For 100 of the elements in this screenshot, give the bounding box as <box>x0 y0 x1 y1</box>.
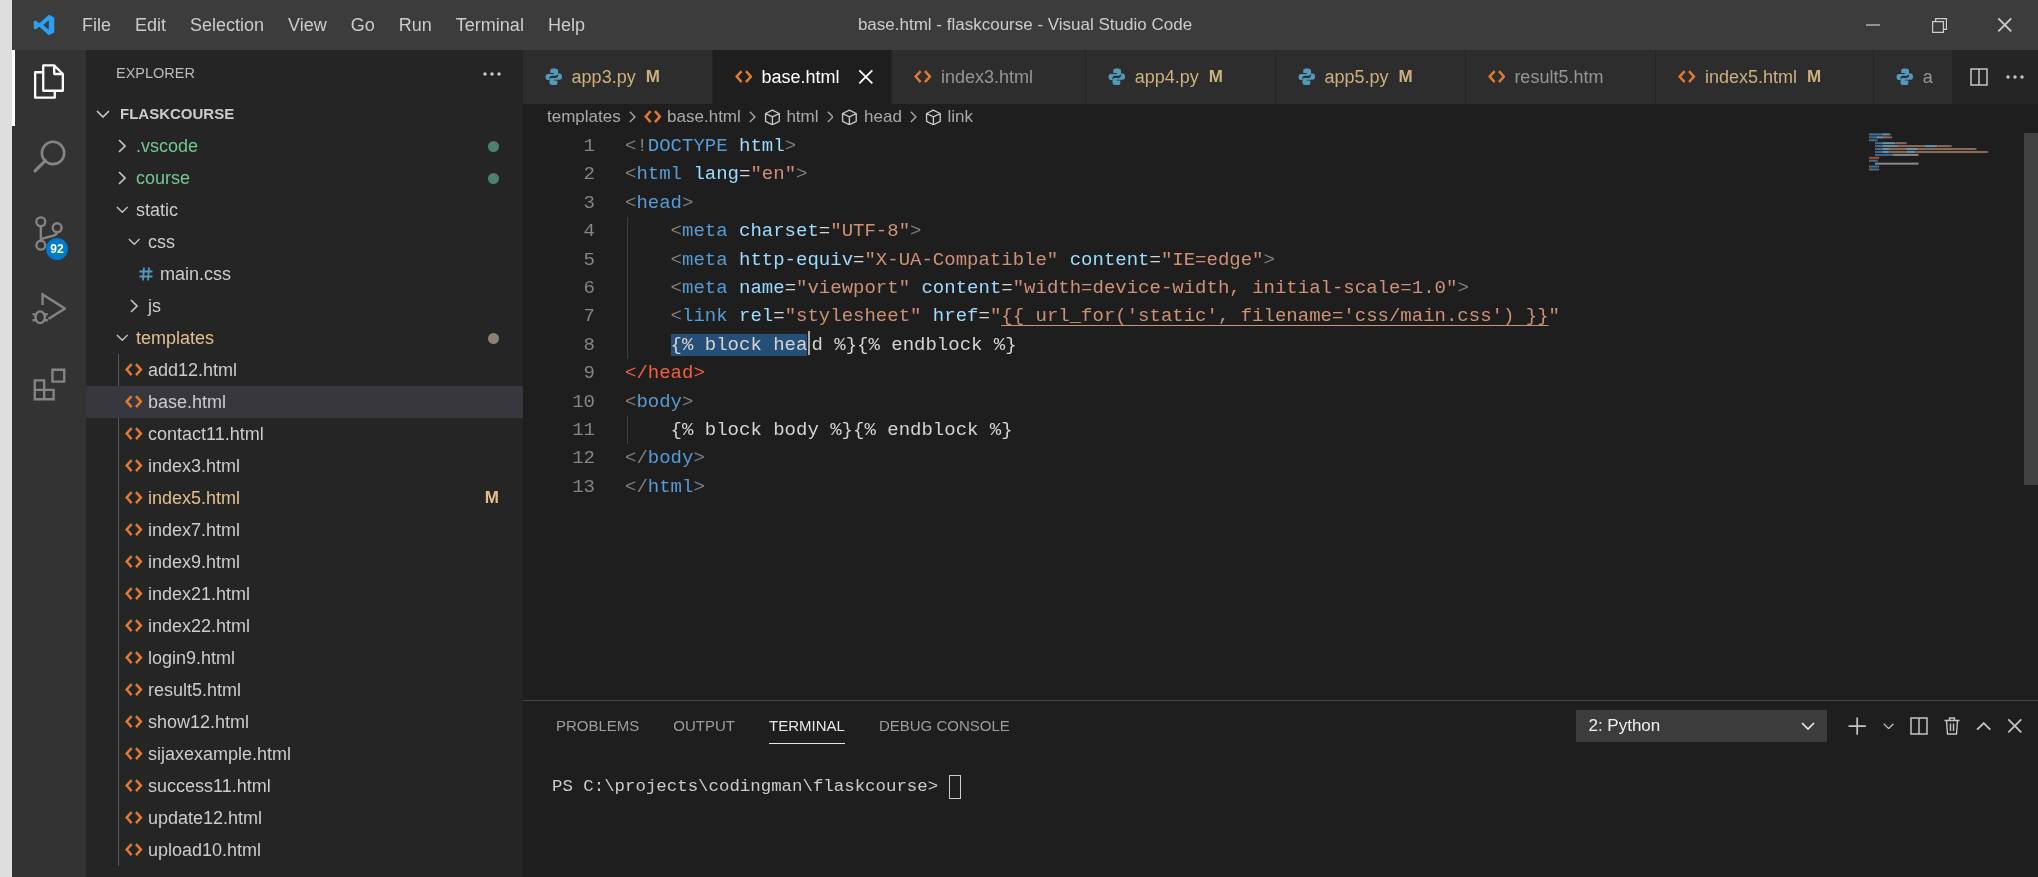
editor-tab[interactable]: result5.htm <box>1465 50 1657 104</box>
git-status-letter: M <box>1208 66 1223 89</box>
editor-tab[interactable]: app5.py M <box>1275 50 1466 104</box>
more-actions-button[interactable] <box>483 72 501 76</box>
close-icon <box>857 69 874 85</box>
breadcrumb-item[interactable]: base.html <box>643 104 741 130</box>
folder-item[interactable]: js <box>86 290 523 322</box>
tree-item[interactable]: login9.html <box>86 642 523 674</box>
extensions-icon <box>32 368 66 401</box>
tree-item[interactable]: index5.html M <box>86 482 523 514</box>
angle-brackets-icon <box>914 70 933 84</box>
menu-item[interactable]: Go <box>338 0 387 50</box>
menu-item[interactable]: View <box>276 0 339 50</box>
tree-item[interactable]: upload10.html <box>86 834 523 866</box>
source-control-icon <box>35 216 63 251</box>
close-icon <box>1997 17 2013 33</box>
line-number: 11 <box>572 418 595 441</box>
code-line: <html lang="en"> <box>625 162 808 188</box>
tree-item[interactable]: sijaxexample.html <box>86 738 523 770</box>
chevron-right-icon <box>826 111 834 123</box>
folder-item[interactable]: course <box>86 162 523 194</box>
line-number: 4 <box>583 220 595 243</box>
menu-item[interactable]: Help <box>535 0 597 50</box>
chevron-right-icon <box>909 111 917 123</box>
cube-icon <box>924 108 942 126</box>
terminal-cursor <box>949 775 962 799</box>
python-file-icon <box>1896 68 1914 86</box>
logo-icon <box>33 14 55 36</box>
folder-header[interactable]: FLASKCOURSE <box>86 98 523 130</box>
chevron-down-icon <box>1801 722 1816 730</box>
chevron-right-icon <box>748 111 756 123</box>
tree-item[interactable]: index3.html <box>86 450 523 482</box>
chevron-down-icon <box>1882 722 1894 730</box>
tree-item[interactable]: index7.html <box>86 514 523 546</box>
folder-item[interactable]: css <box>86 226 523 258</box>
editor-tab[interactable]: base.html <box>712 50 893 104</box>
breadcrumb-item[interactable]: link <box>924 104 974 130</box>
git-status-letter: M <box>1807 66 1822 89</box>
editor-tab[interactable]: index3.html <box>892 50 1087 104</box>
tree-item[interactable]: base.html <box>86 386 523 418</box>
activity-bar-button[interactable]: 92 <box>12 202 86 278</box>
breadcrumb-item[interactable]: templates <box>547 104 621 130</box>
menu-item[interactable]: Run <box>386 0 444 50</box>
tree-item[interactable]: index21.html <box>86 578 523 610</box>
menu-item[interactable]: Edit <box>123 0 179 50</box>
window-title: base.html - flaskcourse - Visual Studio Code <box>857 14 1193 37</box>
menu-item[interactable]: Terminal <box>443 0 536 50</box>
panel-tab[interactable]: DEBUG CONSOLE <box>878 707 1010 745</box>
angle-brackets-icon <box>125 523 143 537</box>
folder-item[interactable]: .vscode <box>86 130 523 162</box>
breadcrumb-item[interactable]: head <box>841 104 902 130</box>
line-number: 1 <box>583 135 595 157</box>
tree-item[interactable]: show12.html <box>86 706 523 738</box>
git-status-letter: M <box>1398 66 1413 89</box>
python-file-icon <box>545 68 563 86</box>
tree-item[interactable]: contact11.html <box>86 418 523 450</box>
menu-item[interactable]: Selection <box>178 0 277 50</box>
tree-item[interactable]: add12.html <box>86 354 523 386</box>
tree-item[interactable]: update12.html <box>86 802 523 834</box>
angle-brackets-icon <box>125 715 143 729</box>
tree-item[interactable]: index9.html <box>86 546 523 578</box>
terminal-prompt: PS C:\projects\codingman\flaskcourse> <box>552 776 939 798</box>
angle-brackets-icon <box>125 619 143 633</box>
panel-tab[interactable]: OUTPUT <box>673 707 736 745</box>
more-icon <box>2006 75 2024 79</box>
python-file-icon <box>1108 68 1126 86</box>
angle-brackets-icon <box>125 779 143 793</box>
search-icon <box>32 140 66 173</box>
more-icon <box>483 72 501 76</box>
angle-brackets-icon <box>125 811 143 825</box>
git-status-letter: M <box>484 487 499 510</box>
panel-tab[interactable]: TERMINAL <box>769 707 845 745</box>
editor-tab[interactable]: a <box>1874 50 1952 104</box>
sidebar-title: EXPLORER <box>116 64 195 84</box>
menu-item[interactable]: File <box>70 0 123 50</box>
panel-tab[interactable]: PROBLEMS <box>556 707 640 745</box>
code-line: </html> <box>625 474 705 500</box>
angle-brackets-icon <box>125 683 143 697</box>
terminal-dropdown[interactable]: 2: Python <box>1576 710 1828 742</box>
folder-item[interactable]: templates <box>86 322 523 354</box>
line-number: 12 <box>572 447 595 470</box>
line-number: 6 <box>583 276 595 299</box>
angle-brackets-icon <box>125 843 143 857</box>
editor-tab[interactable]: app3.py M <box>523 50 713 104</box>
angle-brackets-icon <box>125 587 143 601</box>
tree-item[interactable]: result5.html <box>86 674 523 706</box>
line-number: 13 <box>572 475 595 498</box>
tree-item[interactable]: index22.html <box>86 610 523 642</box>
editor-tab[interactable]: app4.py M <box>1086 50 1276 104</box>
scrollbar-thumb[interactable] <box>2024 133 2038 485</box>
editor-tab[interactable]: index5.html M <box>1656 50 1875 104</box>
tree-item[interactable]: main.css <box>86 258 523 290</box>
angle-brackets-icon <box>125 427 143 441</box>
breadcrumb-item[interactable]: html <box>763 104 819 130</box>
files-icon <box>34 64 64 99</box>
line-number: 8 <box>583 333 595 356</box>
folder-item[interactable]: static <box>86 194 523 226</box>
hash-icon <box>139 267 153 281</box>
line-number: 9 <box>583 362 595 385</box>
tree-item[interactable]: success11.html <box>86 770 523 802</box>
